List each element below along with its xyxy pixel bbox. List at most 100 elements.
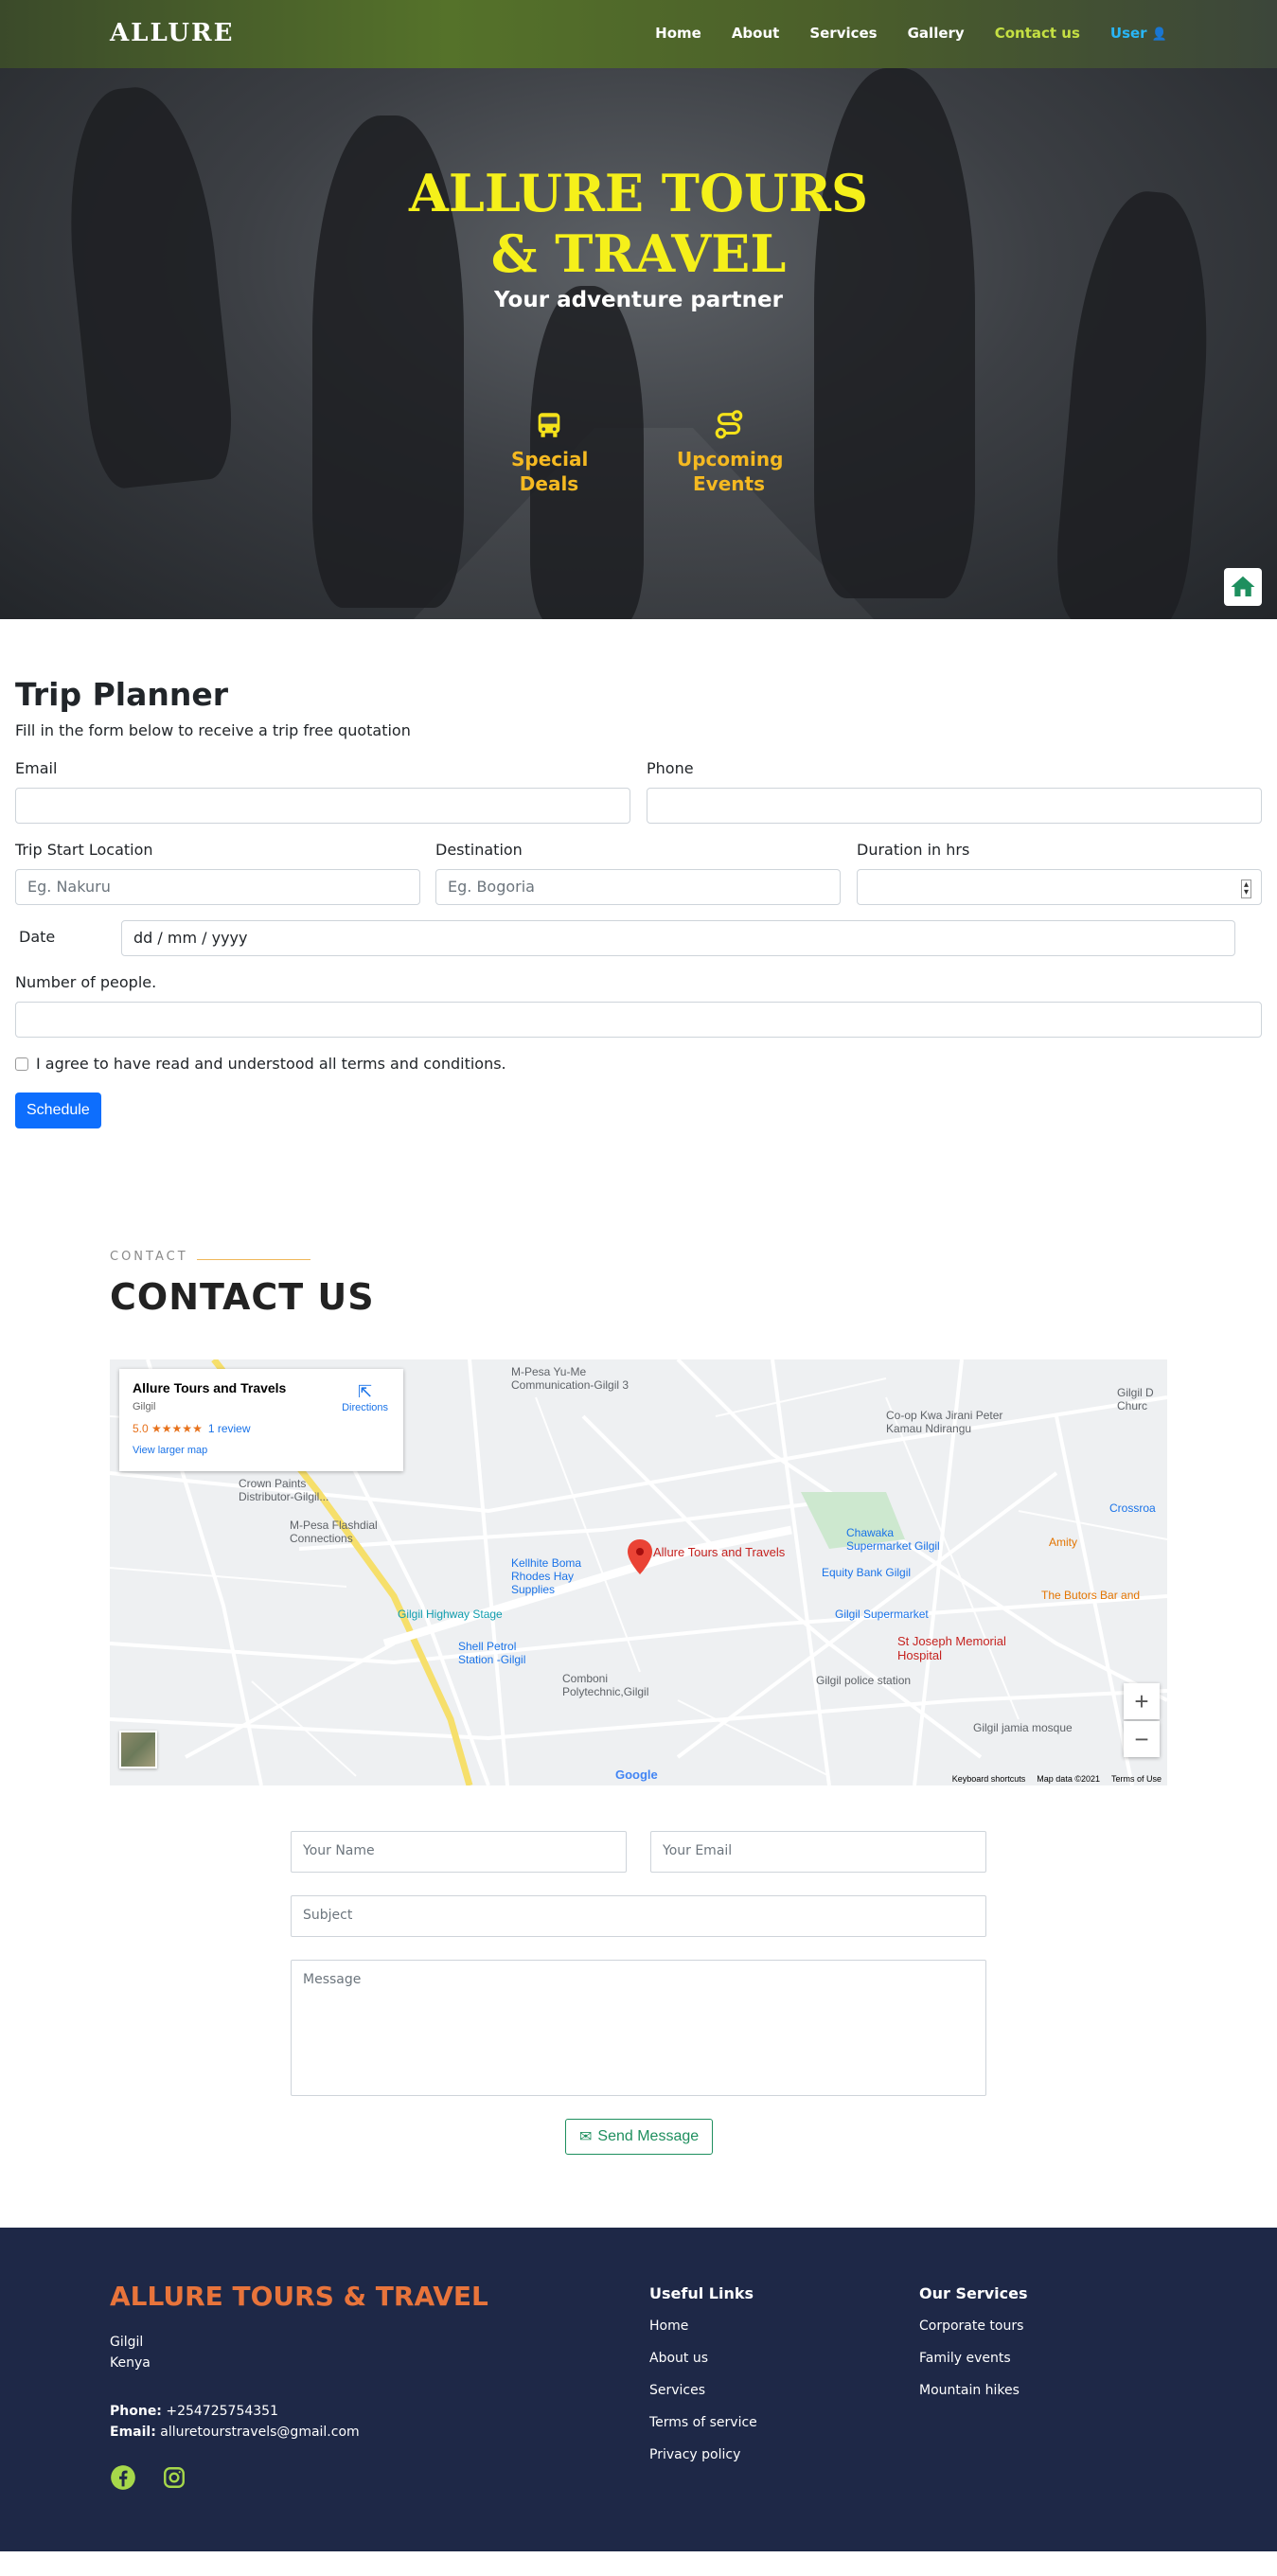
- top-navbar: ALLURE Home About Services Gallery Conta…: [0, 0, 1277, 68]
- footer-link-terms[interactable]: Terms of service: [649, 2415, 757, 2430]
- footer-service-family[interactable]: Family events: [919, 2351, 1011, 2366]
- duration-stepper[interactable]: ▴ ▾: [857, 869, 1262, 905]
- footer-link-home[interactable]: Home: [649, 2318, 688, 2334]
- footer-address-line: Kenya: [110, 2355, 151, 2371]
- zoom-in-button[interactable]: +: [1124, 1683, 1160, 1719]
- google-logo: Google: [615, 1768, 658, 1782]
- hero-subtitle: Your adventure partner: [494, 288, 783, 312]
- useful-links-title: Useful Links: [649, 2284, 754, 2302]
- footer-link-about[interactable]: About us: [649, 2351, 708, 2366]
- map-data-text: Map data ©2021: [1037, 1774, 1100, 1784]
- map-place-card: Allure Tours and Travels Gilgil 5.0 ★★★★…: [119, 1369, 403, 1471]
- terms-checkbox[interactable]: [15, 1057, 28, 1071]
- map-reviews-link[interactable]: 1 review: [208, 1422, 251, 1435]
- phone-label: Phone: [647, 759, 694, 777]
- planner-lead: Fill in the form below to receive a trip…: [15, 721, 411, 739]
- feature-label: Special Deals: [511, 448, 589, 495]
- hero-banner: ALLURE TOURS & TRAVEL Your adventure par…: [0, 68, 1277, 619]
- terms-label: I agree to have read and understood all …: [36, 1055, 506, 1073]
- start-location-field[interactable]: Eg. Nakuru: [15, 869, 420, 905]
- contact-tag-line: [197, 1259, 310, 1260]
- map-rating-value: 5.0: [133, 1422, 149, 1435]
- footer-email: Email: alluretourstravels@gmail.com: [110, 2425, 360, 2440]
- footer-phone-value[interactable]: +254725754351: [166, 2404, 278, 2419]
- nav-about[interactable]: About: [732, 25, 780, 42]
- footer-link-privacy[interactable]: Privacy policy: [649, 2447, 740, 2462]
- nav-services[interactable]: Services: [809, 25, 877, 42]
- nav-home[interactable]: Home: [655, 25, 701, 42]
- map-label: Gilgil D Churc: [1117, 1386, 1154, 1412]
- nav-gallery[interactable]: Gallery: [908, 25, 965, 42]
- email-label: Email: [15, 759, 58, 777]
- map-label: M-Pesa Yu-Me Communication-Gilgil 3: [511, 1365, 630, 1392]
- hero-figure: [814, 68, 975, 598]
- start-label: Trip Start Location: [15, 841, 153, 859]
- stepper-arrows-icon[interactable]: ▴ ▾: [1240, 879, 1251, 898]
- map-label: Crossroa: [1109, 1501, 1156, 1515]
- nav-contact[interactable]: Contact us: [995, 25, 1080, 42]
- contact-subject-field[interactable]: Subject: [291, 1895, 986, 1937]
- our-services-title: Our Services: [919, 2284, 1028, 2302]
- map-label: Gilgil Supermarket: [835, 1608, 929, 1621]
- satellite-toggle[interactable]: [119, 1731, 157, 1768]
- feature-special-deals[interactable]: Special Deals: [483, 409, 615, 496]
- envelope-icon: ✉: [579, 2129, 593, 2145]
- nav-user[interactable]: User 👤: [1110, 25, 1167, 42]
- map-label: Amity: [1049, 1536, 1077, 1549]
- directions-button[interactable]: ⇱ Directions: [342, 1382, 388, 1413]
- footer-link-services[interactable]: Services: [649, 2383, 705, 2398]
- footer-title: ALLURE TOURS & TRAVEL: [110, 2281, 488, 2312]
- map-pin-label[interactable]: Allure Tours and Travels: [653, 1545, 785, 1559]
- terms-of-use-link[interactable]: Terms of Use: [1111, 1774, 1162, 1784]
- date-label: Date: [19, 928, 56, 946]
- map-label: Chawaka Supermarket Gilgil: [846, 1526, 940, 1553]
- keyboard-shortcuts-link[interactable]: Keyboard shortcuts: [952, 1774, 1026, 1784]
- email-field[interactable]: [15, 788, 630, 824]
- map-label: Gilgil police station: [816, 1674, 912, 1687]
- people-field[interactable]: [15, 1002, 1262, 1038]
- planner-title: Trip Planner: [15, 676, 228, 713]
- google-map[interactable]: Allure Tours and Travels Gilgil 5.0 ★★★★…: [110, 1359, 1167, 1785]
- schedule-button[interactable]: Schedule: [15, 1093, 101, 1128]
- map-label: Crown Paints Distributor-Gilgil...: [239, 1477, 329, 1503]
- instagram-icon[interactable]: [161, 2464, 187, 2491]
- hero-title: ALLURE TOURS & TRAVEL: [0, 163, 1277, 284]
- page-bottom-band: [0, 2551, 1277, 2576]
- hero-figure: [55, 80, 239, 491]
- view-larger-map-link[interactable]: View larger map: [133, 1445, 390, 1456]
- date-field[interactable]: dd / mm / yyyy: [121, 920, 1235, 956]
- people-label: Number of people.: [15, 973, 157, 991]
- contact-name-field[interactable]: Your Name: [291, 1831, 627, 1873]
- footer-email-value[interactable]: alluretourstravels@gmail.com: [160, 2425, 359, 2440]
- footer-phone-label: Phone:: [110, 2404, 162, 2419]
- footer-address-line: Gilgil: [110, 2335, 144, 2350]
- site-footer: ALLURE TOURS & TRAVEL Gilgil Kenya Phone…: [0, 2228, 1277, 2551]
- contact-email-field[interactable]: Your Email: [650, 1831, 986, 1873]
- terms-checkbox-row[interactable]: I agree to have read and understood all …: [15, 1055, 506, 1073]
- footer-service-corporate[interactable]: Corporate tours: [919, 2318, 1023, 2334]
- zoom-out-button[interactable]: −: [1124, 1721, 1160, 1757]
- directions-icon: ⇱: [358, 1382, 373, 1401]
- destination-field[interactable]: Eg. Bogoria: [435, 869, 841, 905]
- nav-user-label: User: [1109, 25, 1147, 42]
- facebook-icon[interactable]: [110, 2464, 136, 2491]
- route-icon: [663, 409, 795, 443]
- phone-field[interactable]: [647, 788, 1262, 824]
- map-label: St Joseph Memorial Hospital: [897, 1634, 1006, 1662]
- bus-icon: [483, 409, 615, 443]
- hero-title-text: ALLURE TOURS & TRAVEL: [409, 163, 868, 284]
- map-label: M-Pesa Flashdial Connections: [290, 1519, 378, 1545]
- footer-service-hikes[interactable]: Mountain hikes: [919, 2383, 1020, 2398]
- contact-message-field[interactable]: Message: [291, 1960, 986, 2096]
- send-message-button[interactable]: ✉ Send Message: [565, 2119, 714, 2155]
- map-label: The Butors Bar and: [1041, 1589, 1141, 1602]
- map-label: Kellhite Boma Rhodes Hay Supplies: [511, 1556, 582, 1596]
- feature-upcoming-events[interactable]: Upcoming Events: [663, 409, 795, 496]
- home-button[interactable]: [1224, 568, 1262, 606]
- map-label: Comboni Polytechnic,Gilgil: [562, 1672, 649, 1698]
- user-icon: 👤: [1151, 27, 1167, 42]
- duration-label: Duration in hrs: [857, 841, 970, 859]
- footer-phone: Phone: +254725754351: [110, 2404, 278, 2419]
- map-stars-icon: ★★★★★: [151, 1422, 203, 1435]
- brand-logo[interactable]: ALLURE: [110, 19, 234, 47]
